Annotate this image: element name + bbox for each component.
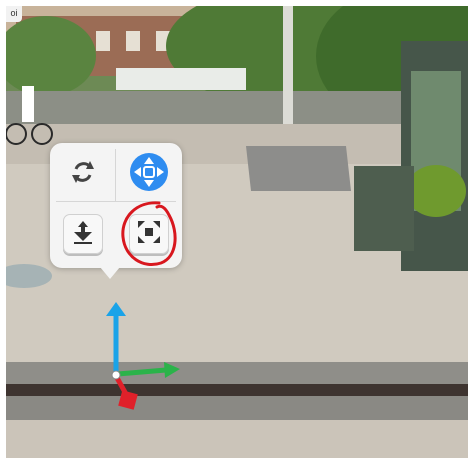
corner-tag: oi: [6, 6, 22, 22]
lower-to-surface-button[interactable]: [56, 207, 110, 261]
y-axis-arrow-icon: [106, 302, 126, 316]
scale-arrows-icon: [136, 219, 162, 250]
rotate-arrows-icon: [68, 157, 98, 192]
transform-tool-menu: [50, 143, 182, 279]
arrow-down-to-surface-icon: [70, 219, 96, 250]
x-axis-handle[interactable]: [117, 367, 167, 377]
gizmo-origin[interactable]: [111, 370, 121, 380]
transform-gizmo[interactable]: [94, 302, 194, 416]
scale-button[interactable]: [122, 207, 176, 261]
menu-divider-horizontal: [56, 201, 176, 202]
x-axis-arrow-icon: [164, 362, 180, 378]
z-axis-cube-icon: [118, 390, 138, 410]
move-button[interactable]: [122, 147, 176, 201]
menu-divider-vertical: [115, 149, 116, 201]
move-arrows-icon: [128, 151, 170, 198]
menu-pointer: [100, 267, 120, 279]
camera-viewport[interactable]: oi: [6, 6, 468, 458]
rotate-button[interactable]: [56, 147, 110, 201]
